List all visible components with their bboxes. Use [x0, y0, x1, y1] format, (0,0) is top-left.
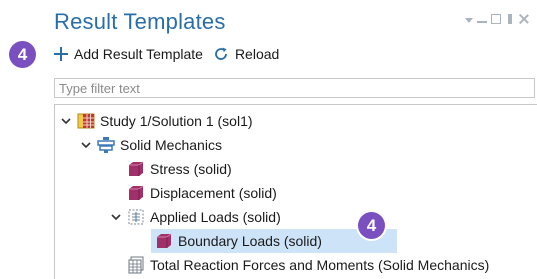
tree-item-label: Stress (solid) [150, 161, 232, 177]
tree-item-applied-loads[interactable]: Applied Loads (solid) [109, 205, 281, 229]
tree-item-displacement[interactable]: Displacement (solid) [127, 181, 277, 205]
template-tree: Study 1/Solution 1 (sol1) Solid Mechanic… [54, 104, 537, 279]
tree-item-label: Total Reaction Forces and Moments (Solid… [150, 257, 490, 273]
tree-item-label: Displacement (solid) [150, 185, 277, 201]
plot-group-icon [129, 161, 144, 176]
study-grid-icon [77, 113, 95, 129]
load-group-icon [128, 209, 144, 225]
add-result-template-button[interactable]: Add Result Template [54, 46, 203, 62]
reload-button[interactable]: Reload [213, 46, 279, 62]
chevron-down-icon[interactable] [59, 114, 73, 128]
dropdown-icon[interactable] [465, 17, 473, 23]
step-badge: 4 [9, 41, 36, 68]
tree-item-label: Boundary Loads (solid) [178, 233, 322, 249]
plot-group-icon [157, 233, 172, 248]
tree-item-solid-mechanics[interactable]: Solid Mechanics [79, 133, 222, 157]
window-controls [465, 14, 529, 24]
minimize-icon[interactable] [477, 15, 487, 23]
reload-icon [215, 47, 227, 60]
panel-title: Result Templates [54, 9, 226, 34]
maximize-icon[interactable] [491, 14, 501, 24]
tree-item-stress[interactable]: Stress (solid) [127, 157, 232, 181]
plot-group-icon [129, 185, 144, 200]
tree-item-total-reaction[interactable]: Total Reaction Forces and Moments (Solid… [127, 253, 489, 277]
tree-item-label: Applied Loads (solid) [150, 209, 281, 225]
tree-item-label: Study 1/Solution 1 (sol1) [100, 113, 253, 129]
table-icon [128, 256, 144, 274]
step-badge: 4 [358, 212, 385, 239]
plus-icon [54, 47, 68, 61]
tree-item-label: Solid Mechanics [120, 137, 222, 153]
toolbar: Add Result Template Reload [54, 43, 289, 65]
close-icon[interactable] [519, 14, 529, 24]
pin-icon[interactable] [508, 14, 512, 24]
physics-icon [97, 137, 115, 153]
chevron-down-icon[interactable] [79, 138, 93, 152]
tree-item-study[interactable]: Study 1/Solution 1 (sol1) [59, 109, 253, 133]
add-result-template-label: Add Result Template [74, 46, 203, 62]
reload-label: Reload [234, 46, 280, 62]
chevron-down-icon[interactable] [109, 210, 123, 224]
filter-input[interactable] [54, 78, 535, 98]
